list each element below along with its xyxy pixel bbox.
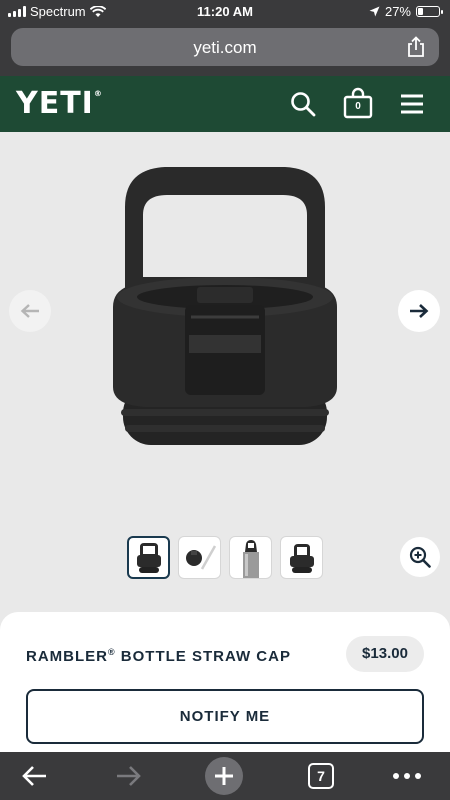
zoom-in-icon — [409, 546, 431, 568]
product-image[interactable] — [105, 157, 345, 467]
product-panel: RAMBLER® BOTTLE STRAW CAP $13.00 NOTIFY … — [0, 612, 450, 757]
new-tab-button[interactable] — [205, 757, 243, 795]
location-icon — [369, 6, 380, 17]
browser-toolbar: 7 — [0, 752, 450, 800]
yeti-logo[interactable]: YETI® — [16, 86, 103, 121]
arrow-right-icon — [410, 304, 429, 318]
forward-icon — [117, 766, 141, 786]
thumbnail-strip — [127, 536, 323, 579]
thumbnail-cap-front[interactable] — [127, 536, 170, 579]
arrow-left-icon — [20, 304, 39, 318]
thumbnail-image — [185, 544, 216, 570]
site-header: YETI® 0 — [0, 76, 450, 132]
menu-icon[interactable] — [398, 90, 426, 118]
tabs-icon: 7 — [308, 763, 334, 789]
thumbnail-cap-on-bottle[interactable] — [229, 536, 272, 579]
back-icon — [22, 766, 46, 786]
battery-icon — [416, 6, 443, 17]
status-bar: Spectrum 11:20 AM 27% — [0, 0, 450, 24]
thumbnail-image — [136, 542, 161, 573]
plus-icon — [215, 767, 233, 785]
search-icon[interactable] — [289, 90, 317, 118]
notify-me-button[interactable]: NOTIFY ME — [26, 689, 424, 744]
price-badge: $13.00 — [346, 636, 424, 672]
previous-image-button[interactable] — [9, 290, 51, 332]
forward-button[interactable] — [113, 760, 145, 792]
zoom-button[interactable] — [400, 537, 440, 577]
product-title: RAMBLER® BOTTLE STRAW CAP — [26, 647, 291, 665]
thumbnail-image — [242, 539, 259, 578]
browser-address-area: yeti.com — [0, 24, 450, 76]
thumbnail-image — [289, 543, 314, 573]
thumbnail-cap-with-straw[interactable] — [178, 536, 221, 579]
thumbnail-cap-angle[interactable] — [280, 536, 323, 579]
product-gallery — [0, 132, 450, 612]
back-button[interactable] — [18, 760, 50, 792]
url-text[interactable]: yeti.com — [11, 38, 439, 58]
next-image-button[interactable] — [398, 290, 440, 332]
battery-percent: 27% — [384, 4, 411, 19]
more-button[interactable] — [391, 760, 423, 792]
battery-level — [418, 8, 423, 15]
address-bar[interactable]: yeti.com — [11, 28, 439, 66]
cart-count: 0 — [355, 101, 361, 112]
cart-button[interactable]: 0 — [343, 87, 373, 119]
share-icon[interactable] — [405, 36, 427, 58]
more-icon — [393, 773, 421, 779]
tabs-button[interactable]: 7 — [305, 760, 337, 792]
